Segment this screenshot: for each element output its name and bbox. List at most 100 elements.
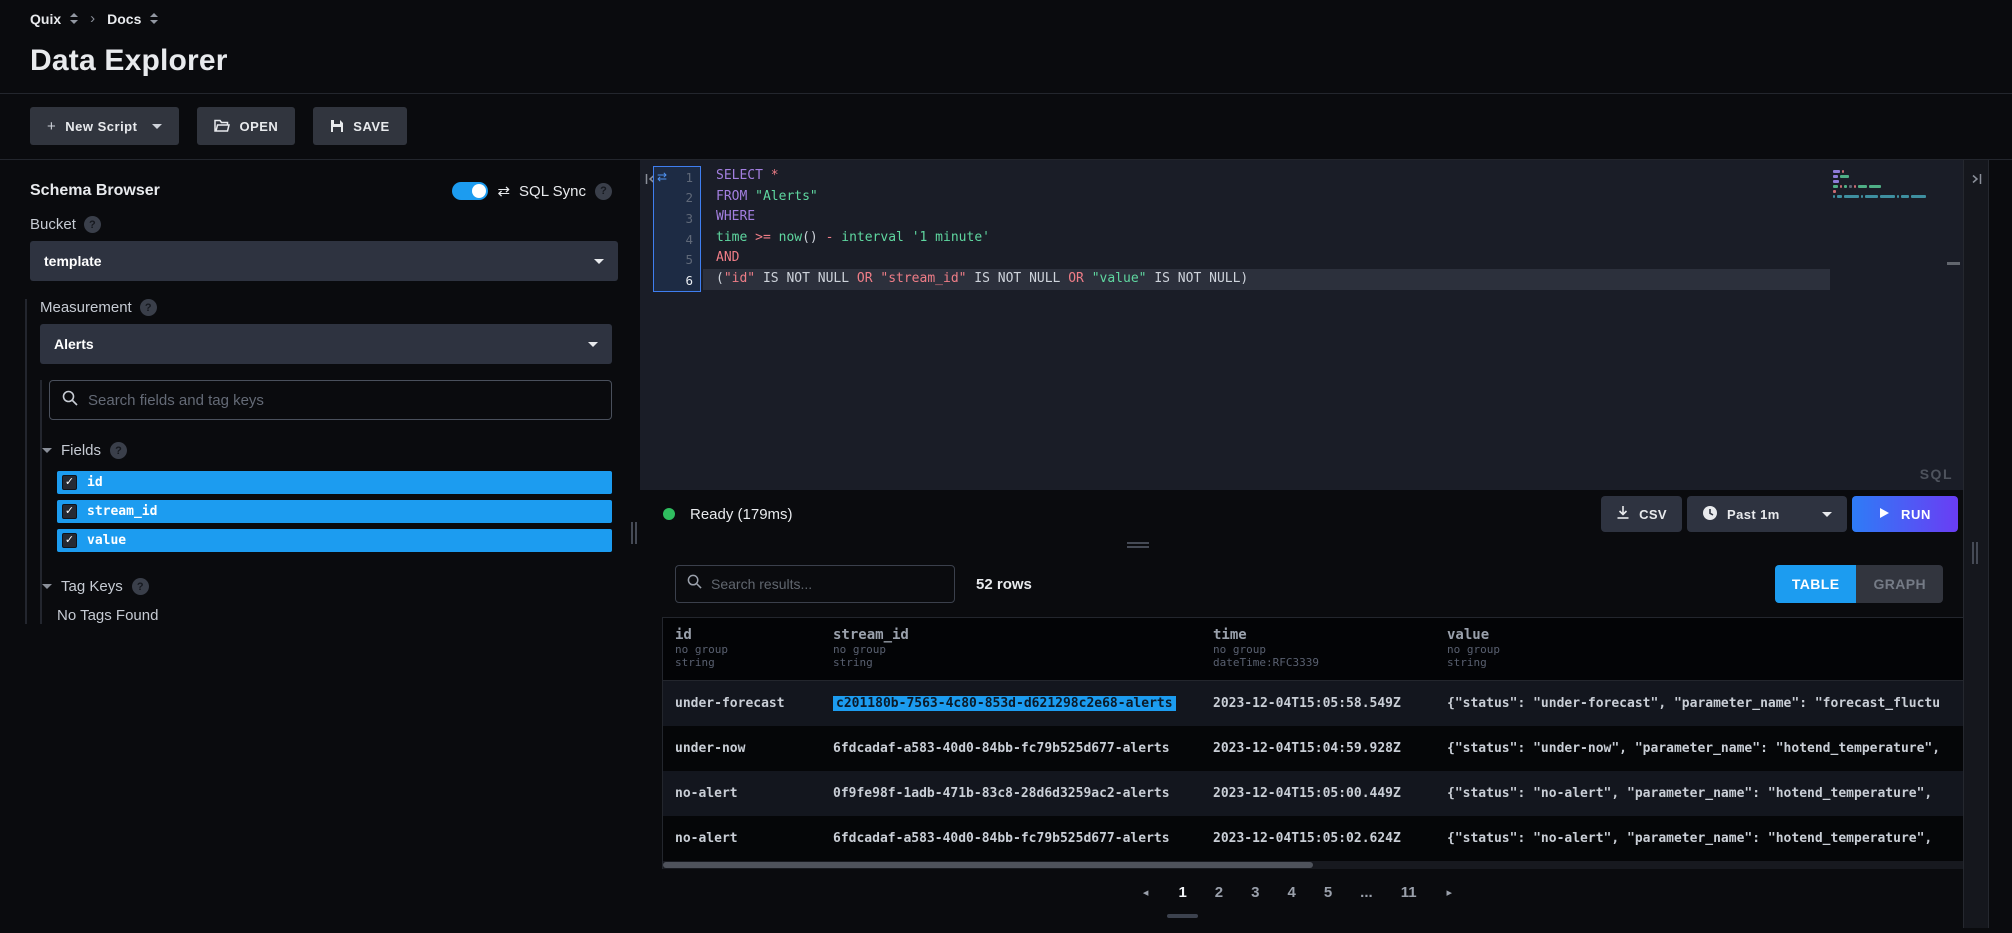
cell-time[interactable]: 2023-12-04T15:04:59.928Z bbox=[1213, 741, 1447, 756]
gutter-line-4: 4 bbox=[654, 229, 700, 250]
pagination-page-4[interactable]: 4 bbox=[1273, 876, 1309, 909]
column-header-value[interactable]: valueno groupstring bbox=[1447, 627, 1963, 669]
save-button[interactable]: SAVE bbox=[313, 107, 406, 145]
collapse-caret-icon[interactable] bbox=[42, 584, 52, 589]
open-button[interactable]: OPEN bbox=[197, 107, 295, 145]
new-script-button[interactable]: + New Script bbox=[30, 107, 179, 145]
code-line-2[interactable]: FROM "Alerts" bbox=[703, 187, 1830, 208]
help-icon[interactable]: ? bbox=[132, 578, 149, 595]
results-resize-handle[interactable] bbox=[640, 538, 1963, 552]
pagination-next-button[interactable]: ▸ bbox=[1431, 878, 1469, 907]
code-line-3[interactable]: WHERE bbox=[703, 207, 1830, 228]
pagination-page-11[interactable]: 11 bbox=[1387, 876, 1431, 909]
field-name: stream_id bbox=[87, 504, 157, 519]
app-root: Quix › Docs Data Explorer + New Script O… bbox=[0, 0, 2012, 928]
sync-arrows-icon: ⇄ bbox=[654, 170, 673, 184]
cell-value[interactable]: {"status": "no-alert", "parameter_name":… bbox=[1447, 786, 1963, 801]
editor-gutter: ⇄123456 bbox=[653, 166, 701, 292]
field-checkbox[interactable]: ✓ bbox=[62, 504, 77, 519]
save-icon bbox=[330, 119, 344, 133]
editor-code[interactable]: SELECT *FROM "Alerts"WHEREtime >= now() … bbox=[703, 166, 1830, 290]
help-icon[interactable]: ? bbox=[110, 442, 127, 459]
schema-search-input[interactable] bbox=[88, 392, 599, 409]
field-checkbox[interactable]: ✓ bbox=[62, 533, 77, 548]
cell-time[interactable]: 2023-12-04T15:05:00.449Z bbox=[1213, 786, 1447, 801]
page-header: Quix › Docs Data Explorer + New Script O… bbox=[0, 0, 2012, 160]
collapse-caret-icon[interactable] bbox=[42, 448, 52, 453]
code-line-1[interactable]: SELECT * bbox=[703, 166, 1830, 187]
expand-right-panel-icon[interactable] bbox=[1970, 172, 1984, 191]
cell-id[interactable]: no-alert bbox=[675, 831, 833, 846]
breadcrumb-item-workspace[interactable]: Quix bbox=[30, 11, 78, 27]
measurement-dropdown[interactable]: Alerts bbox=[40, 324, 612, 364]
field-row-id[interactable]: ✓id bbox=[57, 471, 612, 494]
cell-value[interactable]: {"status": "under-now", "parameter_name"… bbox=[1447, 741, 1963, 756]
help-icon[interactable]: ? bbox=[84, 216, 101, 233]
cell-id[interactable]: under-now bbox=[675, 741, 833, 756]
panel-resize-handle-right[interactable] bbox=[1963, 160, 1989, 928]
field-row-value[interactable]: ✓ value bbox=[57, 529, 612, 552]
help-icon[interactable]: ? bbox=[595, 183, 612, 200]
view-mode-tabs: TABLE GRAPH bbox=[1775, 565, 1943, 603]
panel-resize-handle-left[interactable] bbox=[628, 160, 640, 928]
pagination-page-2[interactable]: 2 bbox=[1201, 876, 1237, 909]
cell-value[interactable]: {"status": "no-alert", "parameter_name":… bbox=[1447, 831, 1963, 846]
column-header-stream_id[interactable]: stream_idno groupstring bbox=[833, 627, 1213, 669]
stream-id-value[interactable]: 6fdcadaf-a583-40d0-84bb-fc79b525d677-ale… bbox=[833, 831, 1170, 846]
pagination-page-3[interactable]: 3 bbox=[1237, 876, 1273, 909]
column-header-id[interactable]: idno groupstring bbox=[675, 627, 833, 669]
editor-results-area: ⇄123456 SELECT *FROM "Alerts"WHEREtime >… bbox=[640, 160, 1963, 928]
table-row[interactable]: no-alert6fdcadaf-a583-40d0-84bb-fc79b525… bbox=[663, 816, 1963, 861]
column-header-time[interactable]: timeno groupdateTime:RFC3339 bbox=[1213, 627, 1447, 669]
sql-sync-toggle[interactable] bbox=[452, 182, 488, 200]
cell-stream-id[interactable]: 6fdcadaf-a583-40d0-84bb-fc79b525d677-ale… bbox=[833, 741, 1213, 756]
table-row[interactable]: no-alert0f9fe98f-1adb-471b-83c8-28d6d325… bbox=[663, 771, 1963, 816]
help-icon[interactable]: ? bbox=[140, 299, 157, 316]
cell-value[interactable]: {"status": "under-forecast", "parameter_… bbox=[1447, 696, 1963, 711]
cell-id[interactable]: no-alert bbox=[675, 786, 833, 801]
stream-id-value[interactable]: 6fdcadaf-a583-40d0-84bb-fc79b525d677-ale… bbox=[833, 741, 1170, 756]
pagination-page-1[interactable]: 1 bbox=[1164, 876, 1200, 909]
cell-stream-id[interactable]: c201180b-7563-4c80-853d-d621298c2e68-ale… bbox=[833, 696, 1213, 711]
code-line-5[interactable]: AND bbox=[703, 248, 1830, 269]
cell-stream-id[interactable]: 0f9fe98f-1adb-471b-83c8-28d6d3259ac2-ale… bbox=[833, 786, 1213, 801]
no-tags-text: No Tags Found bbox=[57, 607, 612, 624]
pagination-prev-button[interactable]: ◂ bbox=[1127, 878, 1165, 907]
bucket-dropdown[interactable]: template bbox=[30, 241, 618, 281]
sort-arrows-icon bbox=[70, 13, 78, 24]
schema-browser-title: Schema Browser bbox=[30, 182, 160, 200]
sql-editor[interactable]: ⇄123456 SELECT *FROM "Alerts"WHEREtime >… bbox=[640, 160, 1963, 490]
stream-id-value[interactable]: 0f9fe98f-1adb-471b-83c8-28d6d3259ac2-ale… bbox=[833, 786, 1170, 801]
code-line-6[interactable]: ("id" IS NOT NULL OR "stream_id" IS NOT … bbox=[703, 269, 1830, 290]
pagination-page-5[interactable]: 5 bbox=[1310, 876, 1346, 909]
csv-download-button[interactable]: CSV bbox=[1601, 496, 1682, 532]
search-icon bbox=[687, 574, 702, 594]
selected-cell-value[interactable]: c201180b-7563-4c80-853d-d621298c2e68-ale… bbox=[833, 696, 1176, 711]
breadcrumb-item-project[interactable]: Docs bbox=[107, 11, 158, 27]
table-row[interactable]: under-forecastc201180b-7563-4c80-853d-d6… bbox=[663, 681, 1963, 726]
run-query-button[interactable]: RUN bbox=[1852, 496, 1958, 532]
tab-table[interactable]: TABLE bbox=[1775, 565, 1857, 603]
gutter-line-6: 6 bbox=[654, 270, 700, 291]
status-ready-dot bbox=[663, 508, 675, 520]
field-name: value bbox=[87, 533, 126, 548]
sync-arrows-icon: ⇄ bbox=[497, 182, 510, 200]
results-search-input[interactable] bbox=[711, 576, 943, 592]
cell-time[interactable]: 2023-12-04T15:05:02.624Z bbox=[1213, 831, 1447, 846]
cell-stream-id[interactable]: 6fdcadaf-a583-40d0-84bb-fc79b525d677-ale… bbox=[833, 831, 1213, 846]
horizontal-scrollbar[interactable] bbox=[663, 861, 1963, 869]
scrollbar-thumb[interactable] bbox=[663, 862, 1313, 868]
breadcrumb-label: Docs bbox=[107, 11, 141, 27]
cell-time[interactable]: 2023-12-04T15:05:58.549Z bbox=[1213, 696, 1447, 711]
row-count: 52 rows bbox=[976, 576, 1032, 593]
query-status-bar: Ready (179ms) CSV Past 1m bbox=[640, 490, 1963, 538]
cell-id[interactable]: under-forecast bbox=[675, 696, 833, 711]
right-rail bbox=[1963, 160, 2012, 928]
code-line-4[interactable]: time >= now() - interval '1 minute' bbox=[703, 228, 1830, 249]
tab-graph[interactable]: GRAPH bbox=[1856, 565, 1943, 603]
field-row-stream_id[interactable]: ✓ stream_id bbox=[57, 500, 612, 523]
editor-minimap[interactable] bbox=[1833, 169, 1951, 199]
field-checkbox[interactable]: ✓ bbox=[62, 475, 77, 490]
time-range-dropdown[interactable]: Past 1m bbox=[1687, 496, 1847, 532]
table-row[interactable]: under-now6fdcadaf-a583-40d0-84bb-fc79b52… bbox=[663, 726, 1963, 771]
